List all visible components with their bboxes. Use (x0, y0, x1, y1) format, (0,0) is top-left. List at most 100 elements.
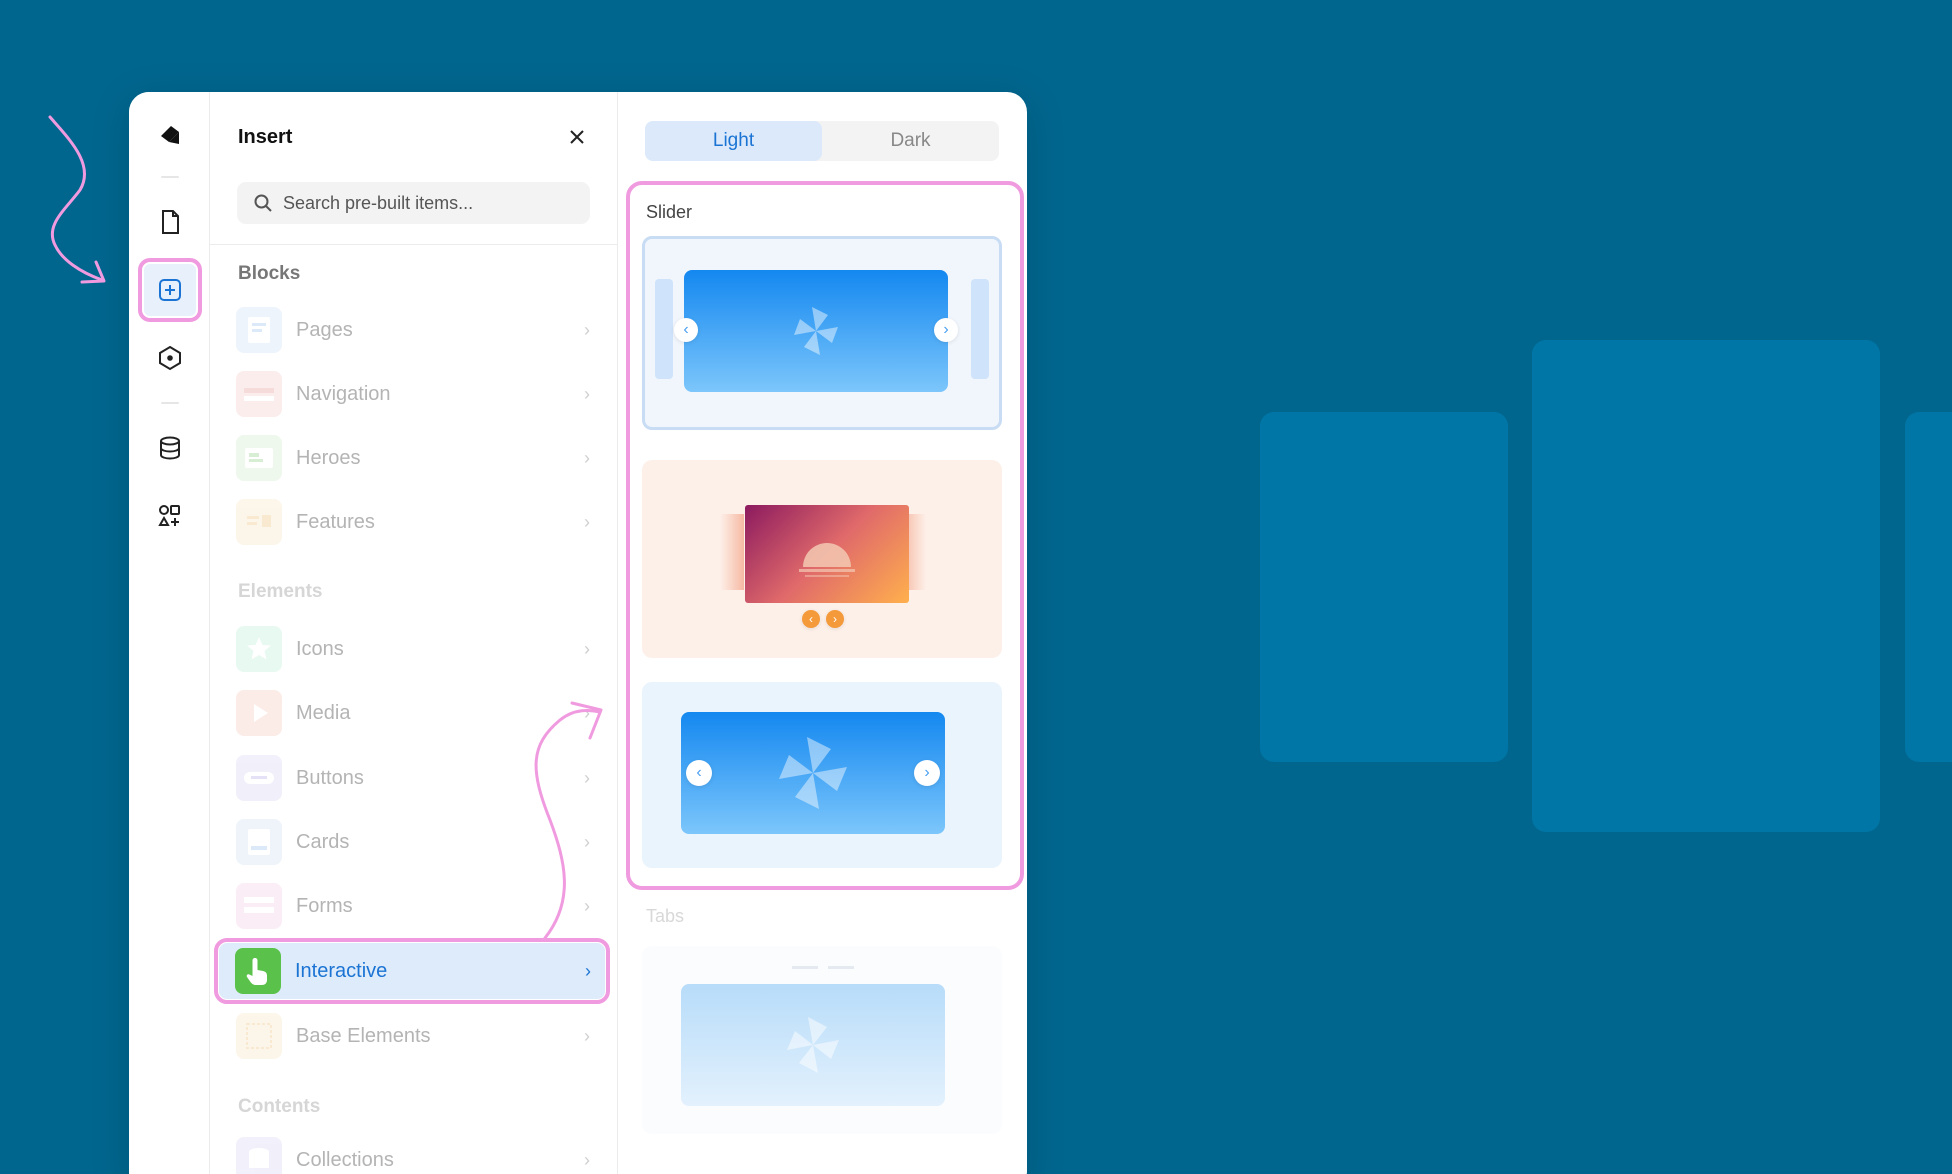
list-item-icons[interactable]: Icons › (234, 621, 604, 677)
icons-icon (236, 626, 282, 672)
prev-arrow-icon: ‹ (802, 610, 820, 628)
chevron-right-icon: › (584, 511, 590, 532)
rail-separator (161, 176, 179, 178)
list-item-collections[interactable]: Collections › (234, 1132, 604, 1174)
page-icon[interactable] (144, 196, 196, 248)
base-elements-icon (236, 1013, 282, 1059)
item-label: Navigation (296, 382, 391, 405)
close-icon (570, 130, 584, 144)
search-input[interactable]: Search pre-built items... (237, 182, 590, 224)
search-placeholder: Search pre-built items... (283, 192, 474, 213)
slide-peek-right (971, 279, 989, 379)
navigation-icon (236, 371, 282, 417)
item-label: Base Elements (296, 1024, 431, 1047)
slider-card-3[interactable]: ‹ › (642, 682, 1002, 868)
forms-icon (236, 883, 282, 929)
arrow-to-insert-icon (48, 115, 104, 282)
pinwheel-icon (787, 1017, 839, 1073)
preview-panel: Light Dark Slider ‹ › ‹ › ‹ › Tabs (618, 92, 1027, 1174)
logo-icon[interactable] (144, 110, 196, 162)
slide-image (681, 984, 945, 1106)
item-label: Pages (296, 318, 353, 341)
item-label: Media (296, 701, 351, 724)
chevron-right-icon: › (584, 702, 590, 723)
background-card-3 (1905, 412, 1952, 762)
list-item-cards[interactable]: Cards › (234, 814, 604, 870)
chevron-right-icon: › (584, 383, 590, 404)
cards-icon (236, 819, 282, 865)
slide-image (684, 270, 948, 392)
list-item-navigation[interactable]: Navigation › (234, 366, 604, 422)
close-button[interactable] (562, 122, 592, 152)
item-label: Buttons (296, 766, 364, 789)
features-icon (236, 499, 282, 545)
slide-image (745, 505, 909, 603)
tabs-section-label: Tabs (646, 906, 685, 926)
rail-separator (161, 402, 179, 404)
item-label: Cards (296, 830, 350, 853)
list-item-interactive[interactable]: Interactive › (214, 938, 610, 1004)
item-label: Heroes (296, 446, 361, 469)
panel-title: Insert (238, 126, 293, 148)
item-label: Interactive (295, 959, 388, 982)
list-item-buttons[interactable]: Buttons › (234, 750, 604, 806)
chevron-right-icon: › (585, 960, 591, 981)
insert-window: Insert Search pre-built items... Blocks … (129, 92, 1027, 1174)
pinwheel-icon (779, 737, 847, 809)
next-arrow-icon: › (826, 610, 844, 628)
chevron-right-icon: › (584, 895, 590, 916)
heroes-icon (236, 435, 282, 481)
component-icon[interactable] (144, 332, 196, 384)
chevron-right-icon: › (584, 1025, 590, 1046)
slider-card-2[interactable]: ‹ › (642, 460, 1002, 658)
toggle-light[interactable]: Light (645, 121, 822, 161)
background-card-2 (1532, 340, 1880, 832)
item-label: Icons (296, 637, 344, 660)
prev-arrow-icon: ‹ (674, 318, 698, 342)
pinwheel-icon (794, 307, 838, 355)
slide-image (681, 712, 945, 834)
left-rail (129, 92, 210, 1174)
pages-icon (236, 307, 282, 353)
interactive-icon (235, 948, 281, 994)
chevron-right-icon: › (584, 767, 590, 788)
divider (210, 244, 617, 245)
slide-peek-left (655, 279, 673, 379)
background-card-1 (1260, 412, 1508, 762)
section-elements: Elements (238, 581, 323, 602)
search-icon (254, 194, 272, 212)
slider-section-label: Slider (646, 202, 693, 222)
section-blocks: Blocks (238, 263, 301, 284)
list-item-forms[interactable]: Forms › (234, 878, 604, 934)
next-arrow-icon: › (934, 318, 958, 342)
buttons-icon (236, 755, 282, 801)
chevron-right-icon: › (584, 831, 590, 852)
tabs-card[interactable] (642, 946, 1002, 1134)
theme-toggle[interactable]: Light Dark (645, 121, 999, 161)
item-label: Collections (296, 1148, 394, 1171)
list-item-features[interactable]: Features › (234, 494, 604, 550)
item-label: Forms (296, 894, 353, 917)
collections-icon (236, 1137, 282, 1174)
insert-icon[interactable] (138, 258, 202, 322)
prev-arrow-icon: ‹ (686, 760, 712, 786)
toggle-dark[interactable]: Dark (822, 121, 999, 161)
chevron-right-icon: › (584, 319, 590, 340)
sunset-icon (799, 543, 855, 577)
list-item-base-elements[interactable]: Base Elements › (234, 1008, 604, 1064)
item-label: Features (296, 510, 375, 533)
tab-stub-1 (792, 966, 818, 969)
slider-card-1[interactable]: ‹ › (642, 236, 1002, 430)
media-icon (236, 690, 282, 736)
list-item-media[interactable]: Media › (234, 685, 604, 741)
database-icon[interactable] (144, 422, 196, 474)
chevron-right-icon: › (584, 638, 590, 659)
list-item-heroes[interactable]: Heroes › (234, 430, 604, 486)
insert-panel: Insert Search pre-built items... Blocks … (210, 92, 618, 1174)
tab-stub-2 (828, 966, 854, 969)
section-contents: Contents (238, 1096, 321, 1117)
assets-icon[interactable] (144, 490, 196, 542)
list-item-pages[interactable]: Pages › (234, 302, 604, 358)
chevron-right-icon: › (584, 447, 590, 468)
arrow-to-insert-icon-head (80, 260, 106, 284)
